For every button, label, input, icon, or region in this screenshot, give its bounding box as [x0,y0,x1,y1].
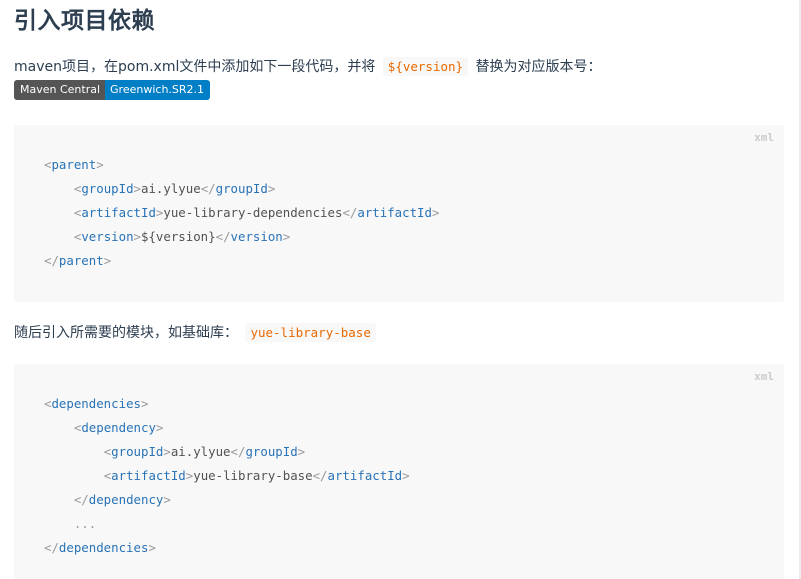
code-block-dependencies: xml <dependencies> <dependency> <groupId… [14,364,784,579]
maven-central-badge[interactable]: Maven Central Greenwich.SR2.1 [14,80,211,100]
tag-name: groupId [245,444,298,459]
code-line: <artifactId>yue-library-base</artifactId… [44,466,410,486]
tag-name: parent [51,157,97,172]
tag-name: dependencies [58,540,149,555]
code-line: <groupId>ai.ylyue</groupId> [44,442,305,462]
tag-name: groupId [215,181,268,196]
tag-punct: </ [215,229,231,244]
tag-punct: > [155,420,164,435]
tag-punct: > [141,396,149,411]
tag-name: version [230,229,283,244]
code-line: ... [44,514,96,534]
tag-punct: > [148,540,156,555]
tag-punct: > [163,444,171,459]
intro-text-before: maven项目，在pom.xml文件中添加如下一段代码，并将 [14,59,376,75]
tag-text: yue-library-dependencies [163,205,343,220]
tag-punct: </ [312,468,328,483]
doc-page: 引入项目依赖 maven项目，在pom.xml文件中添加如下一段代码，并将 ${… [0,0,801,579]
tag-text: ai.ylyue [141,181,201,196]
code-line: <version>${version}</version> [44,227,290,247]
code-line: <parent> [44,155,104,175]
second-paragraph: 随后引入所需要的模块，如基础库： yue-library-base [14,322,379,344]
inline-code-module: yue-library-base [245,323,376,342]
code-block-parent: xml <parent> <groupId>ai.ylyue</groupId>… [14,125,784,302]
tag-name: groupId [111,444,164,459]
badge-label: Maven Central [14,80,106,100]
tag-punct: > [133,181,141,196]
tag-punct: > [267,181,276,196]
tag-name: parent [58,253,104,268]
code-ellipsis: ... [73,516,97,531]
inline-code-version: ${version} [382,57,469,76]
tag-punct: > [103,253,112,268]
tag-name: groupId [81,181,134,196]
code-line: <dependency> [44,418,164,438]
intro-text-after: 替换为对应版本号： [475,59,602,75]
tag-name: artifactId [327,468,403,483]
tag-punct: > [163,492,171,507]
tag-name: artifactId [357,205,432,220]
tag-punct: > [96,157,104,172]
tag-punct: </ [44,540,59,555]
tag-name: dependencies [51,396,141,411]
tag-punct: > [402,468,410,483]
tag-punct: > [282,229,291,244]
tag-name: dependency [81,420,156,435]
tag-punct: </ [230,444,246,459]
code-line: </dependencies> [44,538,156,558]
tag-text: yue-library-base [193,468,313,483]
tag-name: version [81,229,134,244]
tag-punct: > [133,229,141,244]
tag-punct: </ [200,181,216,196]
code-line: </dependency> [44,490,171,510]
tag-punct: > [431,205,440,220]
tag-text: ${version} [141,229,216,244]
tag-name: artifactId [81,205,156,220]
tag-name: dependency [88,492,164,507]
code-line: </parent> [44,251,111,271]
tag-punct: </ [73,492,89,507]
tag-punct: </ [44,253,59,268]
code-lang-label: xml [754,370,774,383]
code-line: <dependencies> [44,394,148,414]
badge-version: Greenwich.SR2.1 [105,80,211,100]
second-text: 随后引入所需要的模块，如基础库： [14,325,238,341]
tag-name: artifactId [111,468,186,483]
intro-paragraph: maven项目，在pom.xml文件中添加如下一段代码，并将 ${version… [14,56,602,78]
code-line: <groupId>ai.ylyue</groupId> [44,179,275,199]
tag-punct: </ [342,205,358,220]
tag-text: ai.ylyue [170,444,231,459]
tag-punct: > [297,444,306,459]
section-heading: 引入项目依赖 [14,8,155,34]
code-line: <artifactId>yue-library-dependencies</ar… [44,203,440,223]
code-lang-label: xml [754,131,774,144]
